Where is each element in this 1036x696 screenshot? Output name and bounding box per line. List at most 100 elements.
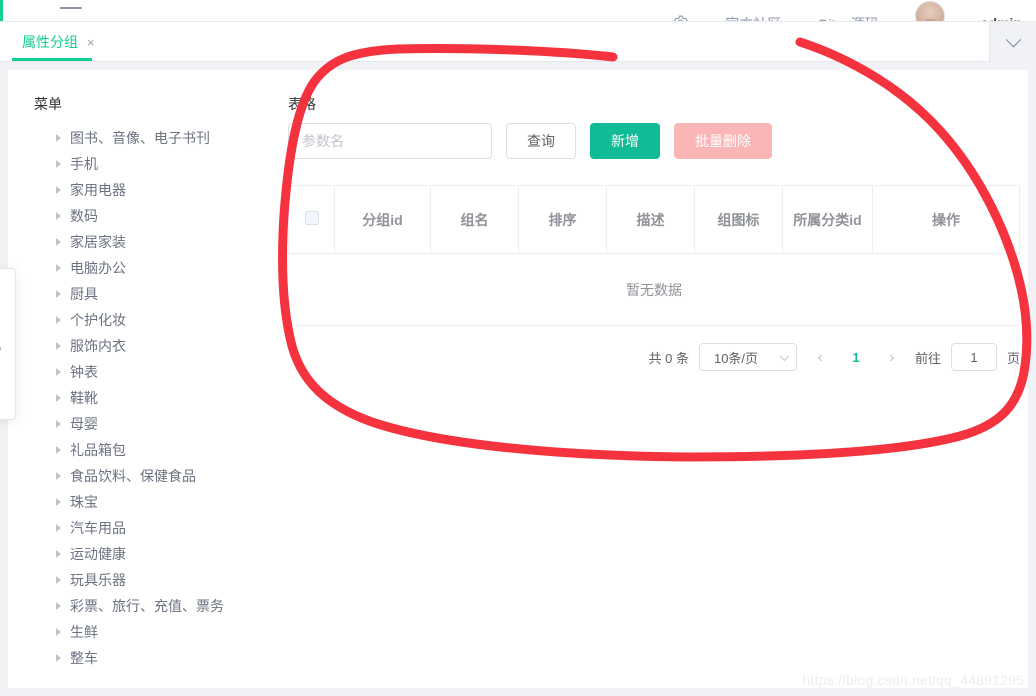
chevron-right-icon[interactable] xyxy=(56,316,61,324)
pagination-total: 共 0 条 xyxy=(648,350,689,366)
edge-popover-line: A xyxy=(0,281,15,308)
chevron-right-icon[interactable] xyxy=(56,212,61,220)
tab-overflow-button[interactable] xyxy=(990,22,1036,62)
chevron-down-icon xyxy=(779,350,790,361)
prev-page-button[interactable]: ‹ xyxy=(807,343,833,371)
chevron-right-icon[interactable] xyxy=(56,446,61,454)
tree-item[interactable]: 服饰内衣 xyxy=(30,333,280,359)
chevron-right-icon[interactable] xyxy=(56,498,61,506)
tree-item-label: 汽车用品 xyxy=(70,520,126,536)
tree-item-label: 图书、音像、电子书刊 xyxy=(70,130,210,146)
tree-item-label: 手机 xyxy=(70,156,98,172)
table-header-group-icon[interactable]: 组图标 xyxy=(694,185,783,254)
tree-item[interactable]: 个护化妆 xyxy=(30,307,280,333)
pagination-jump-input[interactable] xyxy=(950,343,997,371)
chevron-right-icon[interactable] xyxy=(56,394,61,402)
table-panel: 表格 查询 新增 批量删除 分组id 组名 xyxy=(288,94,1020,371)
page-number-1[interactable]: 1 xyxy=(843,343,869,371)
table-header-group-name[interactable]: 组名 xyxy=(430,185,519,254)
chevron-right-icon[interactable] xyxy=(56,186,61,194)
chevron-right-icon[interactable] xyxy=(56,290,61,298)
tree-item-label: 母婴 xyxy=(70,416,98,432)
tree-item-label: 个护化妆 xyxy=(70,312,126,328)
page-size-select[interactable]: 10条/页 xyxy=(698,343,797,371)
header-accent-stripe xyxy=(0,0,3,21)
tree-item[interactable]: 家居家装 xyxy=(30,229,280,255)
table-panel-label: 表格 xyxy=(288,96,316,112)
tree-item-label: 整车 xyxy=(70,650,98,666)
tree-item[interactable]: 电脑办公 xyxy=(30,255,280,281)
table-header-description[interactable]: 描述 xyxy=(606,185,695,254)
tree-item-label: 家用电器 xyxy=(70,182,126,198)
category-menu-panel: 菜单 图书、音像、电子书刊 手机 家用电器 数码 家居家装 电脑办公 厨具 个护… xyxy=(30,94,280,671)
tree-item-label: 礼品箱包 xyxy=(70,442,126,458)
top-header-bar: 官方社区 Gitee源码 admin xyxy=(0,0,1036,22)
table-header-sort[interactable]: 排序 xyxy=(518,185,607,254)
tree-item[interactable]: 彩票、旅行、充值、票务 xyxy=(30,593,280,619)
chevron-right-icon[interactable] xyxy=(56,628,61,636)
chevron-right-icon[interactable] xyxy=(56,134,61,142)
table-header-group-id[interactable]: 分组id xyxy=(334,185,431,254)
tree-item-label: 食品饮料、保健食品 xyxy=(70,468,196,484)
table-header: 分组id 组名 排序 描述 组图标 所属分类id 操作 xyxy=(288,185,1020,254)
chevron-right-icon[interactable] xyxy=(56,550,61,558)
pagination-jump-unit: 页 xyxy=(1006,350,1020,366)
data-table-wrapper: 分组id 组名 排序 描述 组图标 所属分类id 操作 暂无数据 xyxy=(288,185,1020,326)
tree-item-label: 运动健康 xyxy=(70,546,126,562)
add-button[interactable]: 新增 xyxy=(590,123,660,159)
gear-icon[interactable] xyxy=(672,14,689,22)
edge-popover[interactable]: A S O E xyxy=(0,268,16,420)
chevron-right-icon[interactable] xyxy=(56,602,61,610)
chevron-right-icon[interactable] xyxy=(56,654,61,662)
table-empty-text: 暂无数据 xyxy=(288,253,1020,326)
table-empty-row: 暂无数据 xyxy=(288,253,1020,326)
table-body: 暂无数据 xyxy=(288,253,1020,326)
tree-item[interactable]: 鞋靴 xyxy=(30,385,280,411)
tree-item[interactable]: 家用电器 xyxy=(30,177,280,203)
page-size-label: 10条/页 xyxy=(713,350,759,366)
tree-item[interactable]: 运动健康 xyxy=(30,541,280,567)
tree-item-label: 生鲜 xyxy=(70,624,98,640)
tree-item[interactable]: 汽车用品 xyxy=(30,515,280,541)
tree-item[interactable]: 食品饮料、保健食品 xyxy=(30,463,280,489)
table-header-operation[interactable]: 操作 xyxy=(872,185,1020,254)
select-all-checkbox[interactable] xyxy=(304,210,319,225)
pagination: 共 0 条 10条/页 ‹ 1 › 前往 页 xyxy=(288,343,1020,371)
chevron-right-icon[interactable] xyxy=(56,472,61,480)
tree-item[interactable]: 礼品箱包 xyxy=(30,437,280,463)
tree-item-label: 数码 xyxy=(70,208,98,224)
tree-item[interactable]: 图书、音像、电子书刊 xyxy=(30,125,280,151)
avatar[interactable] xyxy=(914,1,945,21)
chevron-right-icon[interactable] xyxy=(56,524,61,532)
batch-delete-button[interactable]: 批量删除 xyxy=(674,123,772,159)
tree-item[interactable]: 钟表 xyxy=(30,359,280,385)
data-table: 分组id 组名 排序 描述 组图标 所属分类id 操作 暂无数据 xyxy=(288,185,1020,326)
watermark: https://blog.csdn.net/qq_44891295 xyxy=(802,672,1024,688)
close-icon[interactable]: × xyxy=(87,36,95,49)
chevron-right-icon[interactable] xyxy=(56,160,61,168)
sidebar-collapse-icon[interactable] xyxy=(60,7,82,9)
tree-item[interactable]: 母婴 xyxy=(30,411,280,437)
tree-item[interactable]: 珠宝 xyxy=(30,489,280,515)
tab-attribute-group[interactable]: 属性分组 × xyxy=(12,22,105,62)
tree-item[interactable]: 厨具 xyxy=(30,281,280,307)
tab-active-indicator xyxy=(12,58,92,61)
tree-item-label: 电脑办公 xyxy=(70,260,126,276)
chevron-right-icon[interactable] xyxy=(56,238,61,246)
tree-item[interactable]: 手机 xyxy=(30,151,280,177)
table-header-category-id[interactable]: 所属分类id xyxy=(782,185,873,254)
chevron-right-icon[interactable] xyxy=(56,368,61,376)
chevron-right-icon[interactable] xyxy=(56,264,61,272)
chevron-right-icon[interactable] xyxy=(56,420,61,428)
tree-item-label: 服饰内衣 xyxy=(70,338,126,354)
search-input[interactable] xyxy=(288,123,492,159)
tree-item[interactable]: 数码 xyxy=(30,203,280,229)
tree-item[interactable]: 玩具乐器 xyxy=(30,567,280,593)
next-page-button[interactable]: › xyxy=(879,343,905,371)
tree-item[interactable]: 整车 xyxy=(30,645,280,671)
query-button[interactable]: 查询 xyxy=(506,123,576,159)
chevron-right-icon[interactable] xyxy=(56,576,61,584)
content-card: 菜单 图书、音像、电子书刊 手机 家用电器 数码 家居家装 电脑办公 厨具 个护… xyxy=(8,70,1028,688)
chevron-right-icon[interactable] xyxy=(56,342,61,350)
tree-item[interactable]: 生鲜 xyxy=(30,619,280,645)
